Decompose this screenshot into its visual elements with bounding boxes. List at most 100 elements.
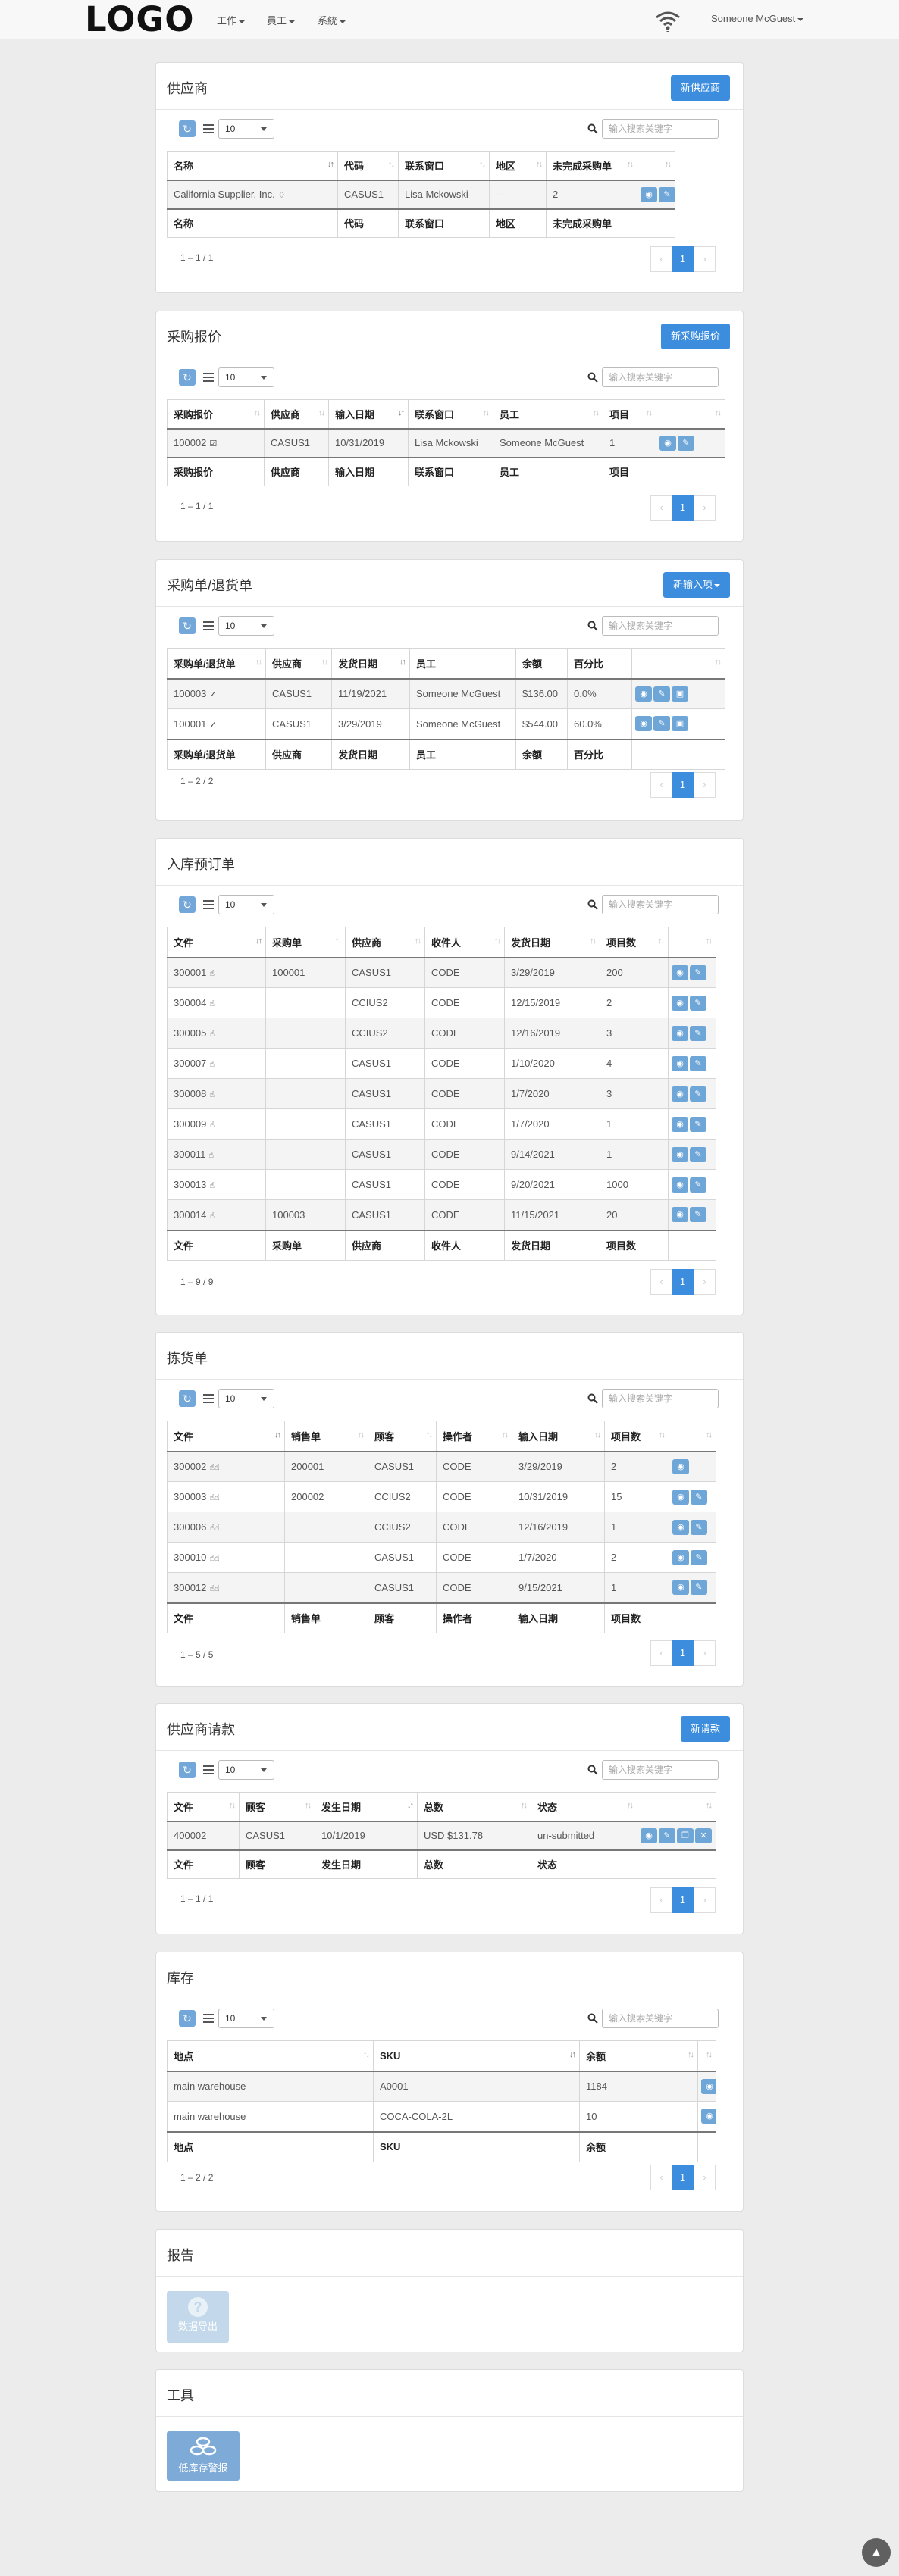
eye-button[interactable]: ◉ [672,1177,688,1193]
column-header[interactable]: 余额 [515,648,568,680]
column-header[interactable]: 顾客 ↑↓ [239,1792,315,1822]
edit-button[interactable]: ✎ [691,1489,707,1505]
column-header[interactable]: 总数 ↑↓ [417,1792,531,1822]
current-page-button[interactable]: 1 [672,495,694,521]
column-header[interactable]: 地区 ↑↓ [489,151,547,181]
table-row[interactable]: 300006 ☝☝ CCIUS2 CODE 12/16/2019 1 ◉ ✎ [167,1512,716,1543]
lock-button[interactable]: ▣ [672,686,688,702]
next-page-button[interactable]: › [694,1269,716,1295]
column-header[interactable]: 销售单 ↑↓ [284,1421,368,1452]
page-size-select[interactable]: 10 [218,1760,274,1780]
eye-button[interactable]: ◉ [659,435,676,451]
current-page-button[interactable]: 1 [672,2165,694,2190]
new-suppliers-button[interactable]: 新供应商 [670,75,730,101]
prev-page-button[interactable]: ‹ [650,495,672,521]
column-header[interactable]: 文件 ↑↓ [167,1792,240,1822]
prev-page-button[interactable]: ‹ [650,2165,672,2190]
edit-button[interactable]: ✎ [653,716,670,732]
nav-system-menu[interactable]: 系統 [318,13,346,27]
logo[interactable]: LOGO [85,1,195,39]
refresh-button[interactable]: ↻ [179,617,196,634]
prev-page-button[interactable]: ‹ [650,1640,672,1666]
nav-staff-menu[interactable]: 員工 [267,13,296,27]
column-header[interactable]: 采购单/退货单 ↑↓ [167,648,266,680]
column-header[interactable]: 输入日期 ↓↑ [328,399,409,430]
column-header[interactable]: 联系窗口 ↑↓ [408,399,493,430]
column-header[interactable]: 状态 ↑↓ [531,1792,637,1822]
column-menu-icon[interactable] [203,373,214,382]
column-header[interactable]: 文件 ↓↑ [167,927,266,958]
column-header[interactable]: 发货日期 ↑↓ [504,927,600,958]
table-row[interactable]: 100001 ✓ CASUS1 3/29/2019 Someone McGuest $54… [167,708,725,739]
eye-button[interactable]: ◉ [672,1025,688,1041]
eye-button[interactable]: ◉ [672,1489,689,1505]
column-header[interactable]: 采购报价 ↑↓ [167,399,265,430]
refresh-button[interactable]: ↻ [179,1390,196,1407]
table-row[interactable]: 100002 ☑ CASUS1 10/31/2019 Lisa Mckowski Some… [167,428,725,458]
next-page-button[interactable]: › [694,1887,716,1913]
page-size-select[interactable]: 10 [218,2009,274,2028]
eye-button[interactable]: ◉ [701,2109,716,2124]
edit-button[interactable]: ✎ [690,995,706,1011]
table-row[interactable]: 100003 ✓ CASUS1 11/19/2021 Someone McGuest $1… [167,678,725,709]
eye-button[interactable]: ◉ [672,1055,688,1071]
page-size-select[interactable]: 10 [218,616,274,636]
column-menu-icon[interactable] [203,124,214,133]
back-to-top-button[interactable]: ▲ [862,2538,891,2567]
eye-button[interactable]: ◉ [672,1519,689,1535]
column-header[interactable]: 输入日期 ↑↓ [512,1421,605,1452]
column-header[interactable]: 未完成采购单 ↑↓ [546,151,637,181]
eye-button[interactable]: ◉ [641,186,657,202]
column-menu-icon[interactable] [203,1765,214,1774]
column-header[interactable]: 员工 [409,648,516,680]
edit-button[interactable]: ✎ [690,1177,706,1193]
wifi-icon[interactable] [655,9,681,32]
next-page-button[interactable]: › [694,2165,716,2190]
table-row[interactable]: 300010 ☝☝ CASUS1 CODE 1/7/2020 2 ◉ ✎ [167,1542,716,1573]
refresh-button[interactable]: ↻ [179,369,196,386]
eye-button[interactable]: ◉ [672,995,688,1011]
edit-button[interactable]: ✎ [678,435,694,451]
column-header[interactable]: 顾客 ↑↓ [368,1421,437,1452]
delete-button[interactable]: ✕ [695,1827,712,1843]
edit-button[interactable]: ✎ [690,1086,706,1102]
page-size-select[interactable]: 10 [218,895,274,914]
current-page-button[interactable]: 1 [672,772,694,798]
column-header[interactable]: 采购单 ↑↓ [265,927,346,958]
search-input[interactable]: 输入搜索关键字 [602,616,719,636]
page-size-select[interactable]: 10 [218,367,274,387]
table-row[interactable]: main warehouse A0001 1184 ◉ [167,2071,716,2102]
refresh-button[interactable]: ↻ [179,1762,196,1778]
table-row[interactable]: 300009 ☝ CASUS1 CODE 1/7/2020 1 ◉ ✎ [167,1108,716,1140]
next-page-button[interactable]: › [694,1640,716,1666]
page-size-select[interactable]: 10 [218,1389,274,1408]
eye-button[interactable]: ◉ [672,1580,689,1596]
current-page-button[interactable]: 1 [672,1887,694,1913]
table-row[interactable]: California Supplier, Inc. ♢ CASUS1 Lisa Mck… [167,180,675,209]
column-header[interactable]: 项目数 ↑↓ [604,1421,669,1452]
column-header[interactable]: 操作者 ↑↓ [436,1421,512,1452]
column-header[interactable]: 供应商 ↑↓ [264,399,329,430]
column-header[interactable]: 发生日期 ↓↑ [315,1792,418,1822]
edit-button[interactable]: ✎ [691,1549,707,1565]
prev-page-button[interactable]: ‹ [650,246,672,272]
edit-button[interactable]: ✎ [690,1207,706,1223]
column-header[interactable]: 名称 ↓↑ [167,151,338,181]
edit-button[interactable]: ✎ [690,964,706,980]
data-export-tile[interactable]: ? 数据导出 [167,2291,229,2343]
table-row[interactable]: 300001 ☝ 100001 CASUS1 CODE 3/29/2019 200 ◉ ✎ [167,957,716,988]
eye-button[interactable]: ◉ [635,686,652,702]
new-purchase-quotes-button[interactable]: 新采购报价 [660,324,730,349]
column-header[interactable]: 代码 ↑↓ [337,151,399,181]
search-input[interactable]: 输入搜索关键字 [602,1760,719,1780]
column-header[interactable]: 供应商 ↑↓ [345,927,425,958]
new-purchase-orders-button[interactable]: 新输入项 [663,572,730,598]
eye-button[interactable]: ◉ [672,964,688,980]
user-menu[interactable]: Someone McGuest [711,13,804,24]
column-menu-icon[interactable] [203,1394,214,1403]
copy-button[interactable]: ❐ [677,1827,694,1843]
table-row[interactable]: 300008 ☝ CASUS1 CODE 1/7/2020 3 ◉ ✎ [167,1078,716,1109]
nav-work-menu[interactable]: 工作 [217,13,246,27]
column-header[interactable]: 项目数 ↑↓ [600,927,669,958]
new-supplier-payment-requests-button[interactable]: 新请款 [680,1716,730,1742]
